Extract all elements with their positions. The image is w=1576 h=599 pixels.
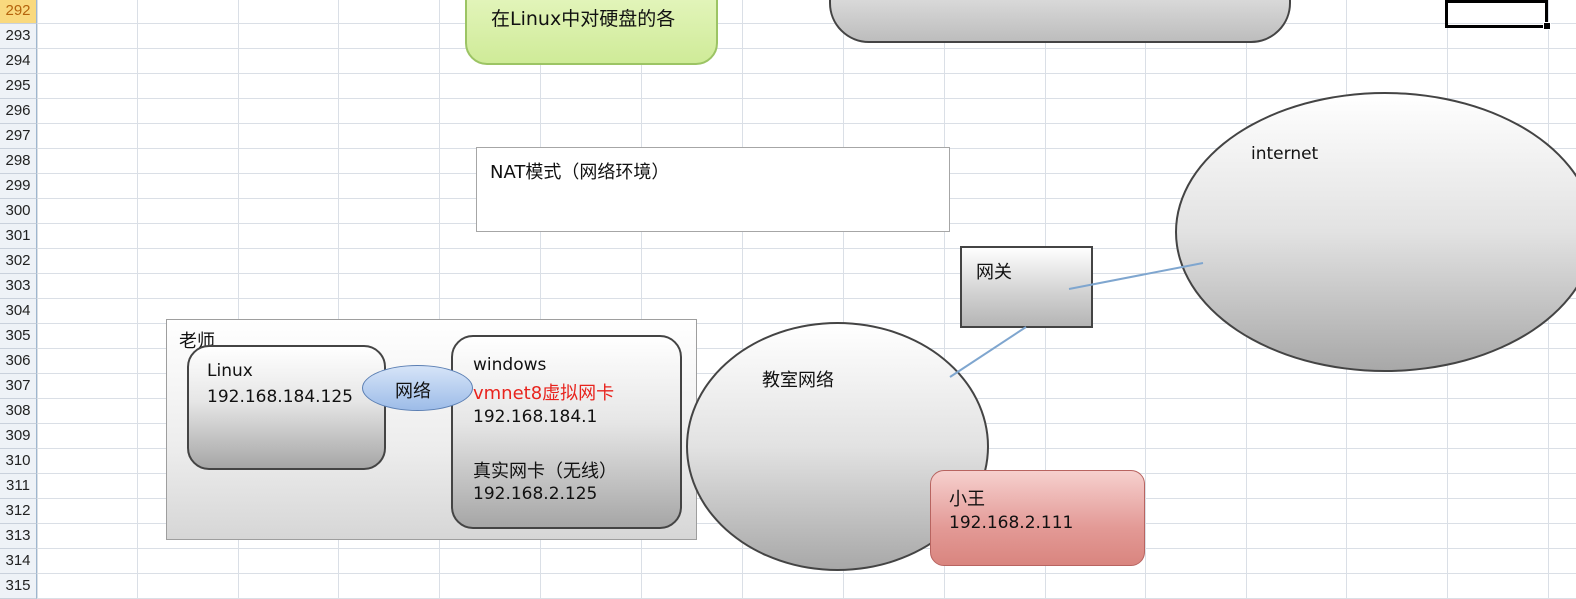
gateway-internet-connector: [1068, 262, 1204, 290]
spreadsheet-canvas[interactable]: 292 293 294 295 296 297 298 299 300 301 302 303 304 3…: [0, 0, 1576, 599]
classroom-gateway-connector: [949, 326, 1027, 378]
connector-layer: [949, 262, 1204, 378]
